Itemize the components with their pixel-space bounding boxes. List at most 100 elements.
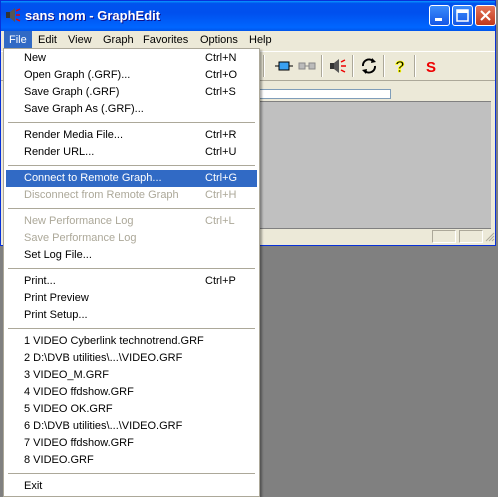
menu-item-label: Save Performance Log [24,232,137,244]
status-pane [432,230,456,243]
play-audio-button[interactable] [327,55,349,77]
menu-item-connect-remote-graph[interactable]: Connect to Remote Graph... Ctrl+G [6,170,257,187]
menu-item-shortcut: Ctrl+L [205,215,235,227]
toolbar-separator [321,55,323,77]
menu-item-label: 3 VIDEO_M.GRF [24,369,109,381]
menu-item-shortcut: Ctrl+O [205,69,238,81]
menu-item-exit[interactable]: Exit [6,478,257,495]
menu-item-new[interactable]: New Ctrl+N [6,50,257,67]
menu-item-label: Connect to Remote Graph... [24,172,162,184]
toolbar-separator [414,55,416,77]
toolbar-separator [352,55,354,77]
close-button[interactable] [475,5,496,26]
menu-item-label: Render Media File... [24,129,124,141]
connect-pins-icon [275,61,293,71]
connect-pins-button[interactable] [273,55,295,77]
menu-item-recent-2[interactable]: 2 D:\DVB utilities\...\VIDEO.GRF [6,350,257,367]
menu-separator [8,328,255,329]
disconnect-button[interactable] [296,55,318,77]
menu-separator [8,208,255,209]
menu-help[interactable]: Help [244,31,277,49]
menu-item-label: Open Graph (.GRF)... [24,69,131,81]
s-button[interactable]: S [420,55,442,77]
menu-item-print-setup[interactable]: Print Setup... [6,307,257,324]
menu-item-print-preview[interactable]: Print Preview [6,290,257,307]
menu-item-save-performance-log: Save Performance Log [6,230,257,247]
maximize-icon [456,9,469,22]
menu-item-label: 2 D:\DVB utilities\...\VIDEO.GRF [24,352,183,364]
menu-item-label: Print Setup... [24,309,88,321]
menu-item-print[interactable]: Print... Ctrl+P [6,273,257,290]
menu-item-label: Render URL... [24,146,95,158]
menu-item-label: New [24,52,47,64]
menu-item-shortcut: Ctrl+G [205,172,238,184]
menu-item-label: Save Graph (.GRF) [24,86,120,98]
menu-item-label: 5 VIDEO OK.GRF [24,403,113,415]
menu-options[interactable]: Options [195,31,243,49]
graphedit-app-icon[interactable] [5,7,21,23]
menu-graph[interactable]: Graph [98,31,139,49]
vertical-scrollbar[interactable] [491,101,495,229]
menu-item-label: Save Graph As (.GRF)... [24,103,144,115]
menu-item-label: Print Preview [24,292,89,304]
menu-item-new-performance-log: New Performance Log Ctrl+L [6,213,257,230]
menu-item-recent-8[interactable]: 8 VIDEO.GRF [6,452,257,469]
help-icon: ? [395,59,406,75]
menu-separator [8,473,255,474]
menu-item-shortcut: Ctrl+P [205,275,236,287]
menu-item-render-media-file[interactable]: Render Media File... Ctrl+R [6,127,257,144]
menu-item-label: Disconnect from Remote Graph [24,189,179,201]
close-icon [480,10,491,21]
menu-separator [8,268,255,269]
menu-item-shortcut: Ctrl+H [205,189,237,201]
menu-item-label: 1 VIDEO Cyberlink technotrend.GRF [24,335,204,347]
refresh-button[interactable] [358,55,380,77]
menu-favorites[interactable]: Favorites [138,31,193,49]
toolbar-separator [263,55,265,77]
menu-item-open-graph[interactable]: Open Graph (.GRF)... Ctrl+O [6,67,257,84]
menu-item-recent-4[interactable]: 4 VIDEO ffdshow.GRF [6,384,257,401]
window-title: sans nom - GraphEdit [25,8,161,23]
minimize-button[interactable] [429,5,450,26]
seek-bar[interactable] [259,89,391,99]
menu-item-label: Print... [24,275,56,287]
menu-separator [8,122,255,123]
status-pane [459,230,483,243]
menu-item-recent-5[interactable]: 5 VIDEO OK.GRF [6,401,257,418]
menu-item-recent-3[interactable]: 3 VIDEO_M.GRF [6,367,257,384]
menu-item-recent-1[interactable]: 1 VIDEO Cyberlink technotrend.GRF [6,333,257,350]
menu-item-recent-7[interactable]: 7 VIDEO ffdshow.GRF [6,435,257,452]
menu-item-set-log-file[interactable]: Set Log File... [6,247,257,264]
menu-item-shortcut: Ctrl+N [205,52,237,64]
menu-item-save-graph-as[interactable]: Save Graph As (.GRF)... [6,101,257,118]
menu-file[interactable]: File [4,31,32,49]
refresh-icon [362,58,376,74]
menu-item-label: 8 VIDEO.GRF [24,454,94,466]
menu-item-shortcut: Ctrl+S [205,86,236,98]
menu-item-disconnect-remote-graph: Disconnect from Remote Graph Ctrl+H [6,187,257,204]
resize-grip-icon[interactable] [484,231,495,242]
maximize-button[interactable] [452,5,473,26]
svg-text:?: ? [395,59,405,75]
menu-item-label: 6 D:\DVB utilities\...\VIDEO.GRF [24,420,183,432]
menu-item-label: 4 VIDEO ffdshow.GRF [24,386,134,398]
speaker-icon [330,59,346,73]
s-icon: S [426,59,436,75]
help-button[interactable]: ? [389,55,411,77]
menu-item-render-url[interactable]: Render URL... Ctrl+U [6,144,257,161]
menu-item-label: 7 VIDEO ffdshow.GRF [24,437,134,449]
menu-item-label: Exit [24,480,43,492]
menu-edit[interactable]: Edit [33,31,62,49]
menu-item-shortcut: Ctrl+R [205,129,237,141]
menu-item-label: New Performance Log [24,215,134,227]
disconnect-icon [298,62,316,70]
menu-separator [8,165,255,166]
title-bar[interactable]: sans nom - GraphEdit [1,1,496,31]
file-menu-dropdown: New Ctrl+N Open Graph (.GRF)... Ctrl+O S… [3,48,260,497]
minimize-icon [435,18,442,21]
menu-item-recent-6[interactable]: 6 D:\DVB utilities\...\VIDEO.GRF [6,418,257,435]
menu-item-save-graph[interactable]: Save Graph (.GRF) Ctrl+S [6,84,257,101]
menu-view[interactable]: View [63,31,97,49]
menu-item-shortcut: Ctrl+U [205,146,237,158]
menu-item-label: Set Log File... [24,249,92,261]
